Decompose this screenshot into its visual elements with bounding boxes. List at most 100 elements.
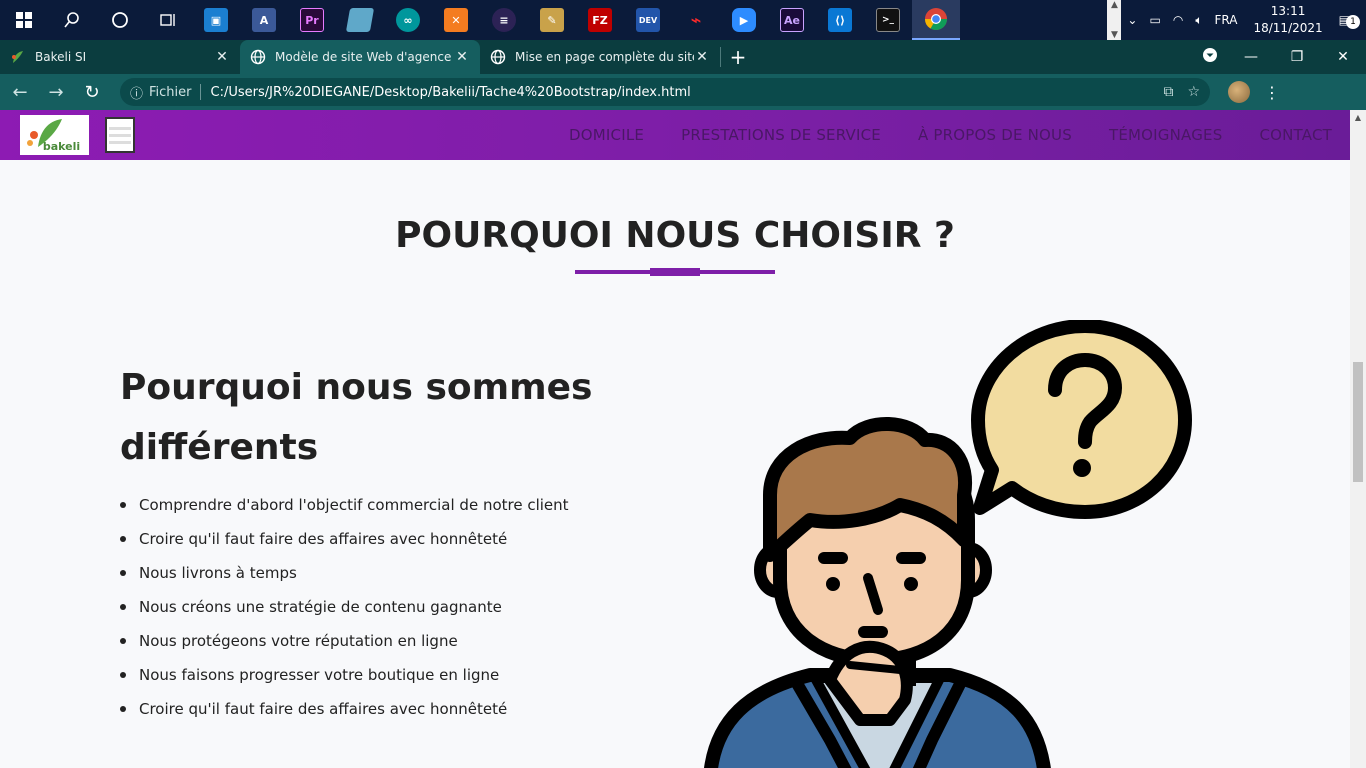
- nav-link-contact[interactable]: CONTACT: [1259, 126, 1332, 144]
- tab-bakeli[interactable]: Bakeli SI ✕: [0, 40, 240, 74]
- system-tray: ▲ ▼ ⌄ ▭ ◠ 🔈︎ FRA 13:11 18/11/2021 ▤ 1: [1107, 0, 1366, 40]
- tray-scroll[interactable]: ▲ ▼: [1107, 0, 1122, 40]
- new-tab-button[interactable]: +: [721, 40, 755, 74]
- tab-close-icon[interactable]: ✕: [214, 49, 230, 65]
- taskbar-app-8[interactable]: ✎: [528, 0, 576, 40]
- list-item: Nous protégeons votre réputation en lign…: [120, 624, 569, 658]
- nav-link-temoignages[interactable]: TÉMOIGNAGES: [1109, 126, 1222, 144]
- acrobat-icon: ⌁: [690, 9, 702, 31]
- tab-search-button[interactable]: [1192, 47, 1228, 67]
- address-scheme: Fichier: [149, 84, 192, 100]
- eclipse-icon: ≡: [492, 8, 516, 32]
- back-button[interactable]: ←: [4, 76, 36, 108]
- scroll-down-icon[interactable]: ▼: [1111, 30, 1118, 40]
- battery-icon[interactable]: ▭: [1143, 13, 1166, 27]
- hamburger-line: [109, 140, 131, 144]
- zoom-icon: ▶: [732, 8, 756, 32]
- task-view-icon: [160, 14, 175, 26]
- list-item: Croire qu'il faut faire des affaires ave…: [120, 522, 569, 556]
- minimize-button[interactable]: —: [1228, 49, 1274, 65]
- taskbar-arduino[interactable]: ∞: [384, 0, 432, 40]
- cortana-button[interactable]: [96, 0, 144, 40]
- windows-start-button[interactable]: [0, 0, 48, 40]
- search-button[interactable]: [48, 0, 96, 40]
- notification-button[interactable]: ▤ 1: [1333, 13, 1366, 29]
- taskbar-app-4[interactable]: [336, 0, 384, 40]
- tab-close-icon[interactable]: ✕: [454, 49, 470, 65]
- taskbar-zoom[interactable]: ▶: [720, 0, 768, 40]
- taskbar-app-2[interactable]: A: [240, 0, 288, 40]
- scroll-up-arrow-icon[interactable]: ▲: [1350, 110, 1366, 126]
- tab-title: Mise en page complète du site W: [515, 50, 694, 64]
- clock-time: 13:11: [1270, 4, 1306, 18]
- thinking-person-illustration: [704, 320, 1192, 768]
- content-heading: Pourquoi nous sommes différents: [120, 367, 593, 468]
- language-indicator[interactable]: FRA: [1209, 13, 1244, 27]
- info-icon[interactable]: ⓘ: [130, 83, 143, 102]
- vscode-icon: ⟨⟩: [828, 8, 852, 32]
- nav-link-prestations[interactable]: PRESTATIONS DE SERVICE: [681, 126, 881, 144]
- site-logo[interactable]: bakeli: [20, 115, 89, 155]
- browser-toolbar: ← → ↻ ⓘ Fichier C:/Users/JR%20DIEGANE/De…: [0, 74, 1366, 110]
- premiere-icon: Pr: [300, 8, 324, 32]
- page-viewport: bakeli DOMICILE PRESTATIONS DE SERVICE À…: [0, 110, 1350, 768]
- volume-icon[interactable]: 🔈︎: [1189, 13, 1208, 28]
- taskbar-eclipse[interactable]: ≡: [480, 0, 528, 40]
- scroll-up-icon[interactable]: ▲: [1111, 0, 1118, 10]
- app-tool-icon: ✎: [540, 8, 564, 32]
- close-window-button[interactable]: ✕: [1320, 49, 1366, 65]
- wifi-icon[interactable]: ◠: [1167, 13, 1189, 27]
- list-item-text: Croire qu'il faut faire des affaires ave…: [139, 700, 508, 718]
- hamburger-line: [109, 133, 131, 137]
- devc-icon: DEV: [636, 8, 660, 32]
- taskbar-xampp[interactable]: ✕: [432, 0, 480, 40]
- taskbar-acrobat[interactable]: ⌁: [672, 0, 720, 40]
- list-item-text: Nous livrons à temps: [139, 564, 297, 582]
- list-item: Croire qu'il faut faire des affaires ave…: [120, 692, 569, 726]
- taskbar-after-effects[interactable]: Ae: [768, 0, 816, 40]
- page-scrollbar[interactable]: ▲: [1350, 110, 1366, 768]
- chevron-down-circle-icon: [1203, 48, 1217, 62]
- list-item-text: Nous faisons progresser votre boutique e…: [139, 666, 500, 684]
- globe-icon: [490, 49, 506, 65]
- list-item-text: Nous protégeons votre réputation en lign…: [139, 632, 458, 650]
- app-window-icon: ▣: [204, 8, 228, 32]
- plus-icon: +: [729, 45, 747, 69]
- taskbar-chrome[interactable]: [912, 0, 960, 40]
- tab-full-layout[interactable]: Mise en page complète du site W ✕: [480, 40, 720, 74]
- reload-button[interactable]: ↻: [76, 76, 108, 108]
- address-bar[interactable]: ⓘ Fichier C:/Users/JR%20DIEGANE/Desktop/…: [120, 78, 1210, 106]
- list-item: Nous livrons à temps: [120, 556, 569, 590]
- taskbar-premiere[interactable]: Pr: [288, 0, 336, 40]
- notification-count-badge: 1: [1346, 15, 1360, 29]
- title-underline: [575, 268, 775, 276]
- tab-title: Bakeli SI: [35, 50, 87, 64]
- tab-title: Modèle de site Web d'agence - T: [275, 50, 454, 64]
- forward-button[interactable]: →: [40, 76, 72, 108]
- chevron-up-icon[interactable]: ⌄: [1121, 13, 1143, 27]
- globe-icon: [250, 49, 266, 65]
- taskbar-filezilla[interactable]: FZ: [576, 0, 624, 40]
- tab-close-icon[interactable]: ✕: [694, 49, 710, 65]
- profile-avatar[interactable]: [1228, 81, 1250, 103]
- restore-button[interactable]: ❐: [1274, 49, 1320, 65]
- nav-link-domicile[interactable]: DOMICILE: [569, 126, 644, 144]
- task-view-button[interactable]: [144, 0, 192, 40]
- reload-icon: ↻: [84, 81, 100, 103]
- taskbar-devc[interactable]: DEV: [624, 0, 672, 40]
- address-url[interactable]: C:/Users/JR%20DIEGANE/Desktop/Bakelii/Ta…: [211, 85, 1150, 100]
- translate-icon[interactable]: ⧉: [1163, 84, 1173, 100]
- hamburger-line: [109, 126, 131, 130]
- scrollbar-thumb[interactable]: [1353, 362, 1363, 482]
- clock[interactable]: 13:11 18/11/2021: [1243, 3, 1332, 37]
- search-icon: [64, 12, 79, 28]
- windows-logo-icon: [16, 12, 32, 28]
- nav-link-a-propos[interactable]: À PROPOS DE NOUS: [918, 126, 1072, 144]
- taskbar-app-1[interactable]: ▣: [192, 0, 240, 40]
- star-icon[interactable]: ☆: [1187, 84, 1200, 100]
- taskbar-vscode[interactable]: ⟨⟩: [816, 0, 864, 40]
- tab-agency-template[interactable]: Modèle de site Web d'agence - T ✕: [240, 40, 480, 74]
- taskbar-terminal[interactable]: >_: [864, 0, 912, 40]
- more-menu-icon[interactable]: ⋮: [1264, 83, 1280, 102]
- hamburger-menu-button[interactable]: [105, 117, 135, 153]
